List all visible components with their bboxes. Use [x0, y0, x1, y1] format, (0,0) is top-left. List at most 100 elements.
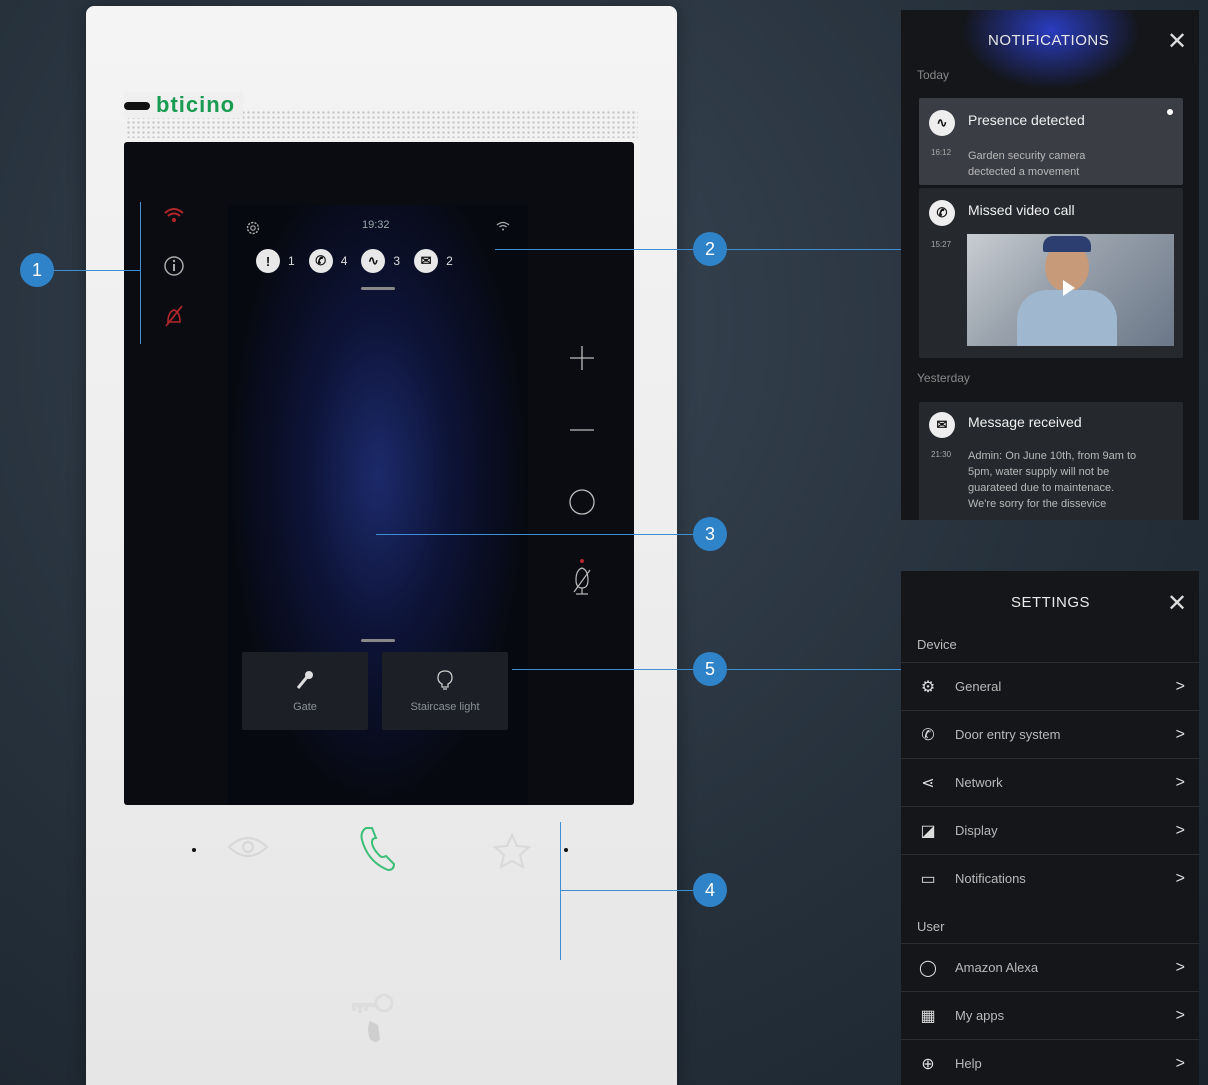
minus-icon[interactable]	[564, 414, 600, 486]
eye-icon[interactable]	[226, 832, 270, 867]
chevron-right-icon: >	[1175, 677, 1185, 695]
key-icon[interactable]	[348, 991, 398, 1056]
plus-icon[interactable]	[564, 342, 600, 414]
sliders-icon: ⚙	[920, 678, 936, 696]
right-controls	[564, 342, 600, 630]
notification-body: Garden security camera dectected a movem…	[968, 148, 1085, 180]
settings-item-my-apps[interactable]: ▦ My apps >	[901, 991, 1199, 1039]
callout-2: 2	[693, 232, 727, 266]
settings-item-door-entry[interactable]: ✆ Door entry system >	[901, 710, 1199, 758]
settings-item-network[interactable]: ⋖ Network >	[901, 758, 1199, 806]
intercom-device: bticino 19:32 ! 1 ✆ 4 ∿ 3 ✉ 2 Gate Stair…	[86, 6, 677, 1085]
settings-item-label: Amazon Alexa	[955, 960, 1039, 975]
gate-icon	[296, 671, 313, 689]
notification-time: 21:30	[931, 450, 952, 459]
message-icon[interactable]: ✉	[414, 249, 439, 273]
video-thumbnail[interactable]	[967, 234, 1174, 346]
callout-5: 5	[693, 652, 727, 686]
notification-time: 16:12	[931, 148, 952, 157]
notification-body: Admin: On June 10th, from 9am to 5pm, wa…	[968, 448, 1136, 512]
settings-item-label: Door entry system	[955, 727, 1061, 742]
callout-4-bracket	[560, 822, 561, 960]
settings-item-label: Help	[955, 1056, 982, 1071]
settings-item-label: My apps	[955, 1008, 1005, 1023]
notification-icon: ▭	[920, 870, 936, 888]
chevron-right-icon: >	[1175, 958, 1185, 976]
bulb-icon	[437, 670, 453, 690]
callout-line	[512, 669, 693, 670]
settings-item-label: General	[955, 679, 1002, 694]
close-icon[interactable]: ✕	[1167, 27, 1187, 56]
body-line: dectected a movement	[968, 166, 1080, 178]
share-icon: ⋖	[921, 774, 935, 792]
notification-title: Message received	[968, 414, 1082, 430]
person-shirt	[1017, 290, 1117, 346]
staircase-light-tile[interactable]: Staircase light	[382, 652, 508, 730]
body-line: guarateed due to maintenace.	[968, 482, 1115, 494]
brand-logo: bticino	[124, 92, 244, 118]
settings-panel: SETTINGS ✕ Device ⚙ General > ✆ Door ent…	[901, 571, 1199, 1085]
info-icon	[160, 252, 188, 280]
led-dot	[192, 848, 196, 852]
activity-icon: ∿	[929, 110, 955, 136]
notifications-panel: NOTIFICATIONS ✕ Today ∿ Presence detecte…	[901, 10, 1199, 520]
settings-title: SETTINGS	[1011, 594, 1091, 611]
activity-icon[interactable]: ∿	[361, 249, 386, 273]
body-line: Garden security camera	[968, 150, 1086, 162]
callout-line	[727, 249, 901, 250]
badge-count: 3	[393, 254, 401, 268]
gear-icon[interactable]	[244, 219, 262, 240]
phone-icon[interactable]: ✆	[308, 249, 333, 273]
mic-off-icon[interactable]	[564, 558, 600, 630]
qr-code-icon: ▦	[920, 1007, 936, 1025]
chevron-right-icon: >	[1175, 869, 1185, 887]
circle-icon[interactable]	[564, 486, 600, 558]
callout-line	[495, 249, 693, 250]
unread-dot	[1167, 109, 1173, 115]
section-yesterday: Yesterday	[917, 371, 970, 385]
device-screen: 19:32 ! 1 ✆ 4 ∿ 3 ✉ 2 Gate Staircase lig…	[124, 142, 634, 805]
settings-item-alexa[interactable]: ◯ Amazon Alexa >	[901, 943, 1199, 991]
wifi-status-icon	[496, 221, 510, 234]
callout-line	[560, 890, 693, 891]
top-drag-handle[interactable]	[361, 287, 395, 290]
notification-item[interactable]: ✆ Missed video call 15:27	[919, 188, 1183, 358]
badge-count: 2	[446, 254, 453, 268]
notifications-title: NOTIFICATIONS	[988, 32, 1110, 49]
alert-icon[interactable]: !	[256, 249, 280, 273]
gate-tile[interactable]: Gate	[242, 652, 368, 730]
section-user: User	[917, 919, 945, 934]
callout-1: 1	[20, 253, 54, 287]
notification-item[interactable]: ∿ Presence detected 16:12 Garden securit…	[919, 98, 1183, 185]
alexa-icon: ◯	[919, 959, 937, 977]
close-icon[interactable]: ✕	[1167, 589, 1187, 618]
tile-label: Gate	[293, 701, 317, 713]
chevron-right-icon: >	[1175, 725, 1185, 743]
callout-3: 3	[693, 517, 727, 551]
section-device: Device	[917, 637, 957, 652]
callout-line	[54, 270, 140, 271]
notification-badges[interactable]: ! 1 ✆ 4 ∿ 3 ✉ 2	[256, 249, 463, 273]
callout-line	[376, 534, 693, 535]
brush-icon: ◪	[920, 822, 936, 840]
play-icon[interactable]	[1063, 280, 1075, 296]
callout-4: 4	[693, 873, 727, 907]
settings-item-notifications[interactable]: ▭ Notifications >	[901, 854, 1199, 902]
settings-item-general[interactable]: ⚙ General >	[901, 662, 1199, 710]
chevron-right-icon: >	[1175, 1054, 1185, 1072]
chevron-right-icon: >	[1175, 821, 1185, 839]
body-line: 5pm, water supply will not be	[968, 466, 1110, 478]
notification-item[interactable]: ✉ Message received 21:30 Admin: On June …	[919, 402, 1183, 520]
settings-item-help[interactable]: ⊕ Help >	[901, 1039, 1199, 1085]
wifi-icon	[160, 202, 188, 230]
callout-line	[727, 669, 901, 670]
status-time: 19:32	[362, 219, 390, 231]
bottom-drag-handle[interactable]	[361, 639, 395, 642]
settings-item-label: Network	[955, 775, 1003, 790]
settings-item-display[interactable]: ◪ Display >	[901, 806, 1199, 854]
star-icon[interactable]	[492, 832, 532, 875]
phone-icon[interactable]	[358, 824, 398, 879]
body-line: Admin: On June 10th, from 9am to	[968, 450, 1137, 462]
settings-item-label: Notifications	[955, 871, 1026, 886]
settings-item-label: Display	[955, 823, 998, 838]
